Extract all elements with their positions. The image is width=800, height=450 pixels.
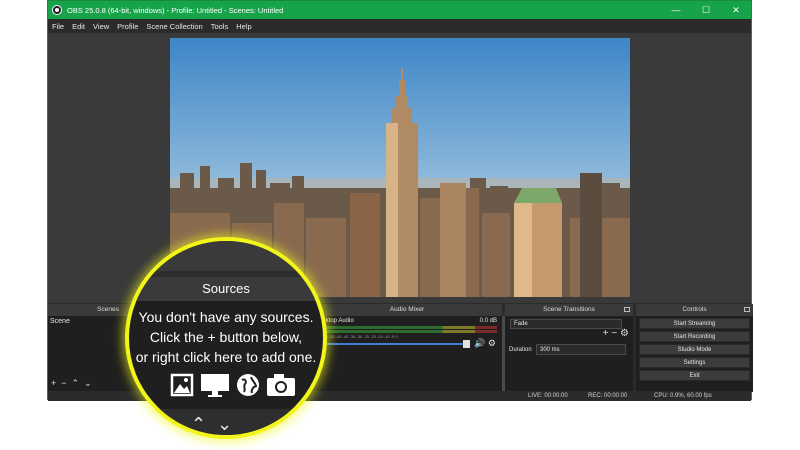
close-button[interactable]: ✕ (721, 1, 751, 19)
exit-button[interactable]: Exit (639, 370, 750, 381)
volume-slider-handle[interactable] (463, 340, 470, 348)
transition-tools: + − ⚙ (603, 328, 629, 339)
scene-transitions-title: Scene Transitions (543, 306, 595, 313)
audio-mixer-dock: Audio Mixer Desktop Audio 0.0 dB -60 -55… (312, 304, 506, 392)
menu-scene-collection[interactable]: Scene Collection (142, 22, 206, 31)
title-bar: OBS 25.0.8 (64-bit, windows) - Profile: … (48, 1, 751, 19)
mixer-controls: 🔊 ⚙ (474, 338, 496, 349)
move-source-down-button[interactable]: ⌄ (217, 414, 232, 435)
controls-title: Controls (682, 306, 707, 313)
menu-edit[interactable]: Edit (68, 22, 89, 31)
sources-dock-magnifier: Sources You don't have any sources. Clic… (125, 237, 327, 439)
transition-settings-gear-icon[interactable]: ⚙ (620, 328, 629, 339)
volume-slider[interactable] (315, 343, 470, 345)
source-type-icons (169, 372, 297, 398)
image-icon (170, 373, 194, 397)
remove-scene-button[interactable]: − (61, 378, 66, 389)
move-scene-up-button[interactable]: ⌃ (72, 378, 80, 389)
remove-transition-button[interactable]: − (611, 328, 617, 339)
scene-transitions-dock: Scene Transitions Fade + − ⚙ Duration 30… (505, 304, 633, 392)
controls-header: Controls (636, 304, 753, 316)
window-title: OBS 25.0.8 (64-bit, windows) - Profile: … (67, 5, 284, 15)
source-properties-gear-icon[interactable]: ⚙ (159, 415, 172, 432)
volume-meter-right (315, 330, 497, 333)
sources-empty-message[interactable]: You don't have any sources. Click the + … (129, 307, 323, 367)
add-scene-button[interactable]: + (51, 378, 56, 389)
audio-mixer-header: Audio Mixer (312, 304, 502, 316)
menu-help[interactable]: Help (232, 22, 255, 31)
volume-meter-left (315, 326, 497, 329)
menu-view[interactable]: View (89, 22, 113, 31)
cpu-status: CPU: 0.9%, 60.00 fps (654, 393, 712, 399)
scenes-toolbar: + − ⌃ ⌄ (51, 378, 92, 389)
maximize-button[interactable]: ☐ (691, 1, 721, 19)
add-transition-button[interactable]: + (603, 328, 609, 339)
scene-transitions-header: Scene Transitions (505, 304, 633, 316)
empty-message-line-1: You don't have any sources. (138, 309, 314, 325)
move-scene-down-button[interactable]: ⌄ (84, 378, 92, 389)
audio-level-readout: 0.0 dB (479, 318, 497, 324)
gear-icon[interactable]: ⚙ (488, 338, 496, 348)
sources-dock-header: Sources (129, 277, 323, 301)
undock-icon[interactable] (624, 307, 630, 312)
move-source-up-button[interactable]: ⌃ (191, 414, 206, 435)
studio-mode-button[interactable]: Studio Mode (639, 344, 750, 355)
screenshot-stage: OBS 25.0.8 (64-bit, windows) - Profile: … (0, 0, 800, 450)
start-recording-button[interactable]: Start Recording (639, 331, 750, 342)
camera-icon (267, 374, 295, 396)
minimize-button[interactable]: — (661, 1, 691, 19)
sources-toolbar: ⚙ ⌃ ⌄ (129, 409, 323, 435)
speaker-icon[interactable]: 🔊 (474, 338, 485, 348)
empty-message-line-3: or right click here to add one. (135, 349, 317, 365)
display-capture-icon (201, 374, 229, 397)
rec-status: REC: 00:00:00 (588, 393, 628, 399)
audio-mixer-body: Desktop Audio 0.0 dB -60 -55 -50 -45 -40… (312, 316, 506, 392)
magnifier-top-area (129, 241, 323, 277)
menu-profile[interactable]: Profile (113, 22, 142, 31)
menu-file[interactable]: File (48, 22, 68, 31)
undock-icon[interactable] (744, 307, 750, 312)
settings-button[interactable]: Settings (639, 357, 750, 368)
empty-message-line-2: Click the + button below, (149, 329, 303, 345)
menu-tools[interactable]: Tools (207, 22, 233, 31)
menu-bar: File Edit View Profile Scene Collection … (48, 19, 751, 33)
browser-globe-icon (237, 374, 259, 396)
duration-label: Duration (509, 347, 532, 353)
duration-field[interactable]: 300 ms (536, 344, 626, 355)
live-status: LIVE: 00:00:00 (528, 393, 568, 399)
start-streaming-button[interactable]: Start Streaming (639, 318, 750, 329)
controls-dock: Controls Start Streaming Start Recording… (636, 304, 753, 392)
obs-logo-icon (52, 5, 62, 15)
